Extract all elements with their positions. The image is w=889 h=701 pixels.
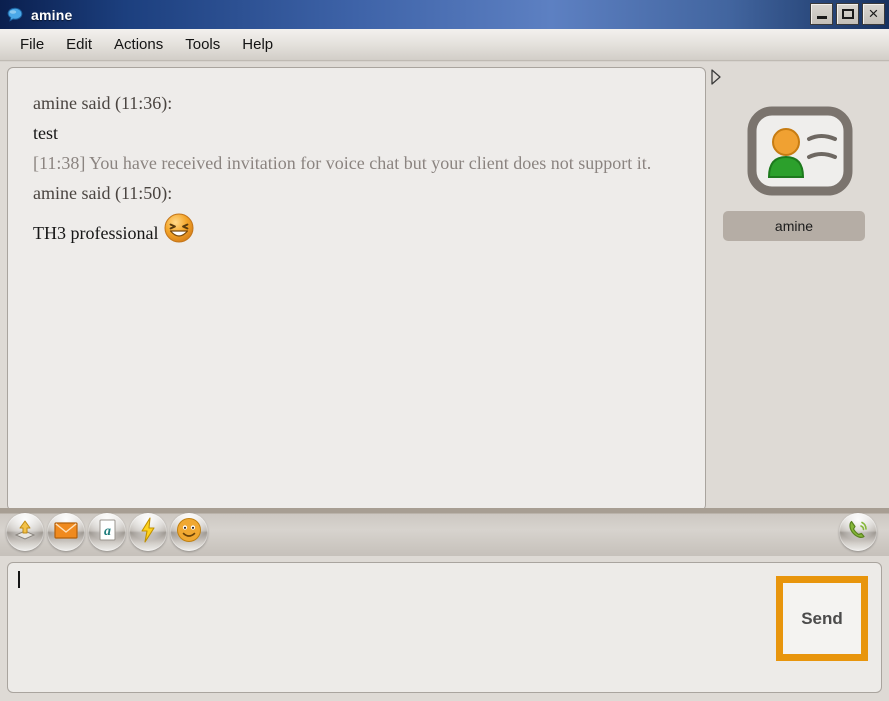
maximize-button[interactable] <box>836 3 859 25</box>
text-caret <box>18 571 20 588</box>
message-meta: amine said (11:36): <box>33 93 173 113</box>
send-button[interactable]: Send <box>776 576 868 661</box>
message-compose-area[interactable]: Send <box>7 562 882 693</box>
voice-call-button[interactable] <box>839 513 877 551</box>
toolbar-left-group: a <box>6 513 208 551</box>
menu-item-edit[interactable]: Edit <box>55 33 103 56</box>
collapse-arrow-icon[interactable] <box>710 69 722 85</box>
message-text: TH3 professional <box>33 222 159 243</box>
lightning-bolt-icon <box>139 516 157 548</box>
message-body: test <box>33 123 58 143</box>
chat-toolbar: a <box>0 508 889 556</box>
send-email-button[interactable] <box>47 513 85 551</box>
maximize-icon <box>841 9 854 19</box>
menu-item-tools[interactable]: Tools <box>174 33 231 56</box>
nudge-buzz-button[interactable] <box>129 513 167 551</box>
menu-item-help[interactable]: Help <box>231 33 284 56</box>
smiley-face-icon <box>176 517 202 548</box>
envelope-icon <box>54 520 78 545</box>
grinning-squint-emoji <box>163 212 195 253</box>
toolbar-right-group <box>839 513 877 551</box>
message-meta: amine said (11:50): <box>33 183 173 203</box>
font-format-button[interactable]: a <box>88 513 126 551</box>
minimize-icon <box>816 16 827 19</box>
message-body-with-emoji: TH3 professional <box>33 212 687 253</box>
close-icon: × <box>868 4 879 23</box>
titlebar: amine × <box>0 0 889 29</box>
minimize-button[interactable] <box>810 3 833 25</box>
svg-text:a: a <box>104 524 111 539</box>
chat-transcript[interactable]: amine said (11:36): test [11:38] You hav… <box>7 67 706 511</box>
window-body: amine said (11:36): test [11:38] You hav… <box>0 62 889 701</box>
green-phone-icon <box>846 518 870 547</box>
menubar: File Edit Actions Tools Help <box>0 29 889 61</box>
window-title: amine <box>31 6 73 23</box>
contact-name-label: amine <box>774 218 814 234</box>
send-file-button[interactable] <box>6 513 44 551</box>
system-message: [11:38] You have received invitation for… <box>33 153 652 173</box>
contact-card-avatar-icon <box>741 105 859 197</box>
speech-bubble-icon <box>6 6 24 24</box>
close-button[interactable]: × <box>862 3 885 25</box>
chat-window: amine × File Edit Actions Tools Help ami… <box>0 0 889 701</box>
window-controls: × <box>810 3 885 25</box>
send-button-label: Send <box>801 608 843 628</box>
font-letter-a-icon: a <box>96 518 118 547</box>
menu-item-actions[interactable]: Actions <box>103 33 174 56</box>
upload-file-icon <box>13 518 37 547</box>
emoticon-button[interactable] <box>170 513 208 551</box>
menu-item-file[interactable]: File <box>9 33 55 56</box>
contact-name-chip[interactable]: amine <box>723 211 865 241</box>
contact-panel: amine <box>722 67 882 511</box>
